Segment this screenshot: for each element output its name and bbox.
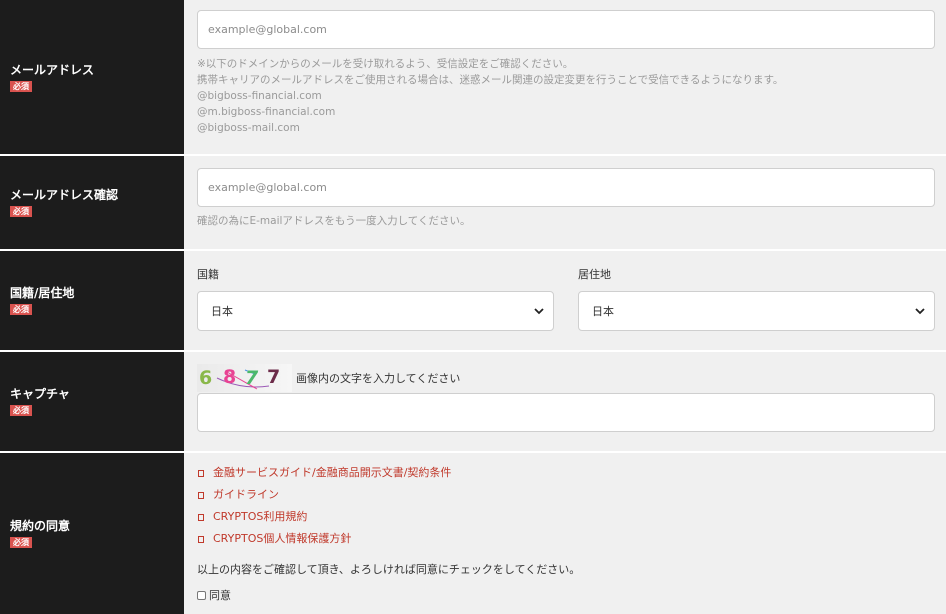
- required-badge: 必須: [10, 537, 32, 548]
- country-label: 国籍: [197, 268, 219, 281]
- terms-link-cryptos-terms[interactable]: CRYPTOS利用規約: [197, 510, 935, 524]
- document-icon: [198, 513, 204, 521]
- registration-form: メールアドレス 必須 ※以下のドメインからのメールを受け取れるよう、受信設定をご…: [0, 0, 946, 614]
- chevron-down-icon: [534, 308, 544, 315]
- residence-group: 居住地 日本: [578, 266, 935, 350]
- captcha-row: キャプチャ 必須 6 8 7 7 画像内の文字を入力してください: [0, 352, 946, 453]
- residence-select[interactable]: 日本: [578, 291, 935, 331]
- captcha-input[interactable]: [197, 393, 935, 432]
- domain-1: @bigboss-financial.com: [197, 90, 322, 102]
- captcha-instruction: 画像内の文字を入力してください: [296, 372, 461, 385]
- captcha-char: 8: [223, 366, 237, 388]
- document-icon: [198, 491, 204, 499]
- terms-row: 規約の同意 必須 金融サービスガイド/金融商品開示文書/契約条件 ガイドライン …: [0, 453, 946, 614]
- terms-link-service-guide[interactable]: 金融サービスガイド/金融商品開示文書/契約条件: [197, 466, 935, 480]
- captcha-image: 6 8 7 7: [197, 364, 292, 392]
- terms-link-label: 金融サービスガイド/金融商品開示文書/契約条件: [213, 466, 452, 479]
- agree-label: 同意: [209, 589, 231, 602]
- terms-link-label: ガイドライン: [213, 488, 279, 501]
- email-confirm-label: メールアドレス確認: [10, 188, 119, 202]
- terms-link-guideline[interactable]: ガイドライン: [197, 488, 935, 502]
- captcha-label: キャプチャ: [10, 387, 70, 401]
- terms-field-cell: 金融サービスガイド/金融商品開示文書/契約条件 ガイドライン CRYPTOS利用…: [184, 453, 946, 614]
- agree-row: 同意: [197, 587, 935, 603]
- nationality-label-cell: 国籍/居住地 必須: [0, 251, 184, 350]
- residence-value: 日本: [592, 305, 614, 318]
- email-hint-2: 携帯キャリアのメールアドレスをご使用される場合は、迷惑メール関連の設定変更を行う…: [197, 74, 784, 86]
- terms-link-label: CRYPTOS個人情報保護方針: [213, 532, 352, 545]
- email-confirm-hint: 確認の為にE-mailアドレスをもう一度入力してください。: [197, 215, 471, 227]
- email-label: メールアドレス: [10, 62, 95, 77]
- terms-label-cell: 規約の同意 必須: [0, 453, 184, 614]
- captcha-header: 6 8 7 7 画像内の文字を入力してください: [197, 364, 935, 392]
- nationality-field-cell: 国籍 日本 居住地 日本: [184, 251, 946, 350]
- email-hints: ※以下のドメインからのメールを受け取れるよう、受信設定をご確認ください。 携帯キ…: [197, 56, 935, 136]
- domain-2: @m.bigboss-financial.com: [197, 106, 336, 118]
- nationality-label: 国籍/居住地: [10, 286, 75, 300]
- agree-checkbox[interactable]: [197, 590, 206, 600]
- email-confirm-label-cell: メールアドレス確認 必須: [0, 156, 184, 249]
- terms-link-cryptos-privacy[interactable]: CRYPTOS個人情報保護方針: [197, 532, 935, 546]
- required-badge: 必須: [10, 405, 32, 416]
- document-icon: [198, 535, 204, 543]
- captcha-char: 6: [199, 367, 213, 389]
- document-icon: [198, 469, 204, 477]
- email-confirm-row: メールアドレス確認 必須 確認の為にE-mailアドレスをもう一度入力してくださ…: [0, 156, 946, 251]
- chevron-down-icon: [915, 308, 925, 315]
- captcha-char: 7: [245, 367, 259, 389]
- email-field-cell: ※以下のドメインからのメールを受け取れるよう、受信設定をご確認ください。 携帯キ…: [184, 0, 946, 154]
- captcha-label-cell: キャプチャ 必須: [0, 352, 184, 451]
- required-badge: 必須: [10, 80, 32, 92]
- email-input[interactable]: [197, 10, 935, 49]
- captcha-char: 7: [267, 366, 281, 388]
- residence-label: 居住地: [578, 268, 611, 281]
- nationality-row: 国籍/居住地 必須 国籍 日本 居住地 日本: [0, 251, 946, 352]
- terms-link-label: CRYPTOS利用規約: [213, 510, 308, 523]
- captcha-field-cell: 6 8 7 7 画像内の文字を入力してください: [184, 352, 946, 451]
- email-label-cell: メールアドレス 必須: [0, 0, 184, 154]
- country-select[interactable]: 日本: [197, 291, 554, 331]
- terms-confirm-text: 以上の内容をご確認して頂き、よろしければ同意にチェックをしてください。: [197, 563, 581, 576]
- email-confirm-input[interactable]: [197, 168, 935, 207]
- country-value: 日本: [211, 305, 233, 318]
- terms-label: 規約の同意: [10, 519, 71, 533]
- email-row: メールアドレス 必須 ※以下のドメインからのメールを受け取れるよう、受信設定をご…: [0, 0, 946, 156]
- email-confirm-field-cell: 確認の為にE-mailアドレスをもう一度入力してください。: [184, 156, 946, 249]
- required-badge: 必須: [10, 304, 32, 315]
- country-group: 国籍 日本: [197, 266, 554, 350]
- required-badge: 必須: [10, 206, 32, 217]
- domain-3: @bigboss-mail.com: [197, 122, 300, 134]
- email-hint-1: ※以下のドメインからのメールを受け取れるよう、受信設定をご確認ください。: [197, 58, 574, 70]
